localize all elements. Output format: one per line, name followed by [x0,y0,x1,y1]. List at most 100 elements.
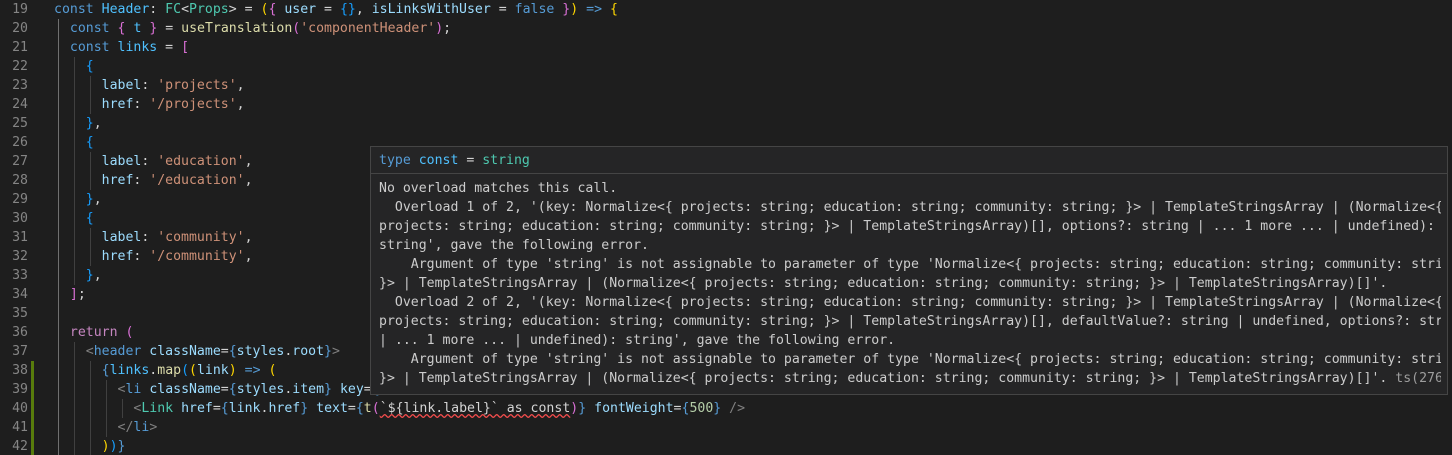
hover-message-line: }> | TemplateStringsArray | (Normalize<{… [379,369,1441,388]
code-line[interactable]: 41 </li> [0,418,1452,437]
code-token: , [244,154,253,169]
code-token: ; [443,21,452,36]
code-token: href [268,401,301,416]
error-squiggle-token: `${link.label}` as const [379,401,571,416]
code-token: , [236,78,245,93]
error-code-badge[interactable]: ts(2769) [1387,371,1441,386]
changed-line-gutter-marker[interactable] [31,399,34,418]
code-token: , [93,268,102,283]
code-token: { [85,211,94,226]
code-token: /> [729,401,746,416]
hover-tooltip: type const = string No overload matches … [370,146,1448,395]
line-code: <Link href={link.href} text={t(`${link.l… [54,399,745,418]
line-number: 28 [12,173,28,188]
code-token: ( [371,401,380,416]
hover-message-line: Argument of type 'string' is not assigna… [379,352,1441,367]
code-token: < [85,344,94,359]
code-token: links [109,363,150,378]
code-line[interactable]: 40 <Link href={link.href} text={t(`${lin… [0,399,1452,418]
code-token: 'projects' [157,78,237,93]
line-code: const Header: FC<Props> = ({ user = {}, … [54,0,618,19]
code-token: } [85,192,94,207]
line-number: 22 [12,59,28,74]
changed-line-gutter-marker[interactable] [31,418,34,437]
line-number: 36 [12,325,28,340]
code-token: header [93,344,150,359]
code-line[interactable]: 21 const links = [ [0,38,1452,57]
code-token: fontWeight [594,401,674,416]
code-token: const [69,21,118,36]
code-token: className [149,382,221,397]
code-token: href [101,173,134,188]
hover-message-line: Overload 1 of 2, '(key: Normalize<{ proj… [379,200,1441,215]
line-code: href: '/projects', [54,95,245,114]
code-editor[interactable]: 19 const Header: FC<Props> = ({ user = {}… [0,0,1452,455]
code-token: ) [101,439,110,454]
line-number: 30 [12,211,28,226]
indent-guide [58,304,59,323]
code-token: link [196,363,229,378]
code-token: label [101,230,142,245]
line-code: <li className={styles.item} key={ [54,380,380,399]
code-token: { [101,363,110,378]
line-code: <header className={styles.root}> [54,342,340,361]
code-line[interactable]: 19 const Header: FC<Props> = ({ user = {}… [0,0,1452,19]
line-code: { [54,57,94,76]
code-token: { [610,2,618,17]
line-number: 21 [12,40,28,55]
code-token: ] [69,287,78,302]
code-token: li [125,382,150,397]
code-token: < [181,2,190,17]
line-code: }, [54,114,102,133]
code-token: : [149,2,166,17]
code-token: , [244,230,253,245]
code-token: , [355,2,372,17]
changed-line-gutter-marker[interactable] [31,437,34,455]
code-token: = [220,382,229,397]
signature-equals: = [458,153,483,168]
code-line[interactable]: 42 ))} [0,437,1452,455]
code-token: isLinksWithUser [371,2,491,17]
code-token: = [316,2,340,17]
code-line[interactable]: 23 label: 'projects', [0,76,1452,95]
signature-type: string [482,153,530,168]
line-code: label: 'projects', [54,76,245,95]
code-token: li [133,420,150,435]
hover-message-line: projects: string; education: string; com… [379,314,1441,329]
hover-message-line: No overload matches this call. [379,181,618,196]
code-line[interactable]: 24 href: '/projects', [0,95,1452,114]
line-number: 23 [12,78,28,93]
line-number: 26 [12,135,28,150]
code-token: '/community' [149,249,245,264]
code-token: : [133,249,150,264]
code-token: { [85,135,94,150]
code-token: styles [236,382,285,397]
code-token: ) [570,2,579,17]
code-token: } [117,439,126,454]
code-token: ) [435,21,444,36]
code-token: '/projects' [149,97,237,112]
line-number: 31 [12,230,28,245]
code-line[interactable]: 22 { [0,57,1452,76]
code-line[interactable]: 25 }, [0,114,1452,133]
code-token: </ [117,420,134,435]
code-token: key [339,382,364,397]
code-token: 'community' [157,230,245,245]
hover-message-line: projects: string; education: string; com… [379,219,1435,234]
code-token: } [85,268,94,283]
code-line[interactable]: 20 const { t } = useTranslation('compone… [0,19,1452,38]
code-token: 'componentHeader' [300,21,436,36]
changed-line-gutter-marker[interactable] [31,361,34,380]
line-code: const links = [ [54,38,189,57]
changed-line-gutter-marker[interactable] [31,380,34,399]
line-number: 24 [12,97,28,112]
